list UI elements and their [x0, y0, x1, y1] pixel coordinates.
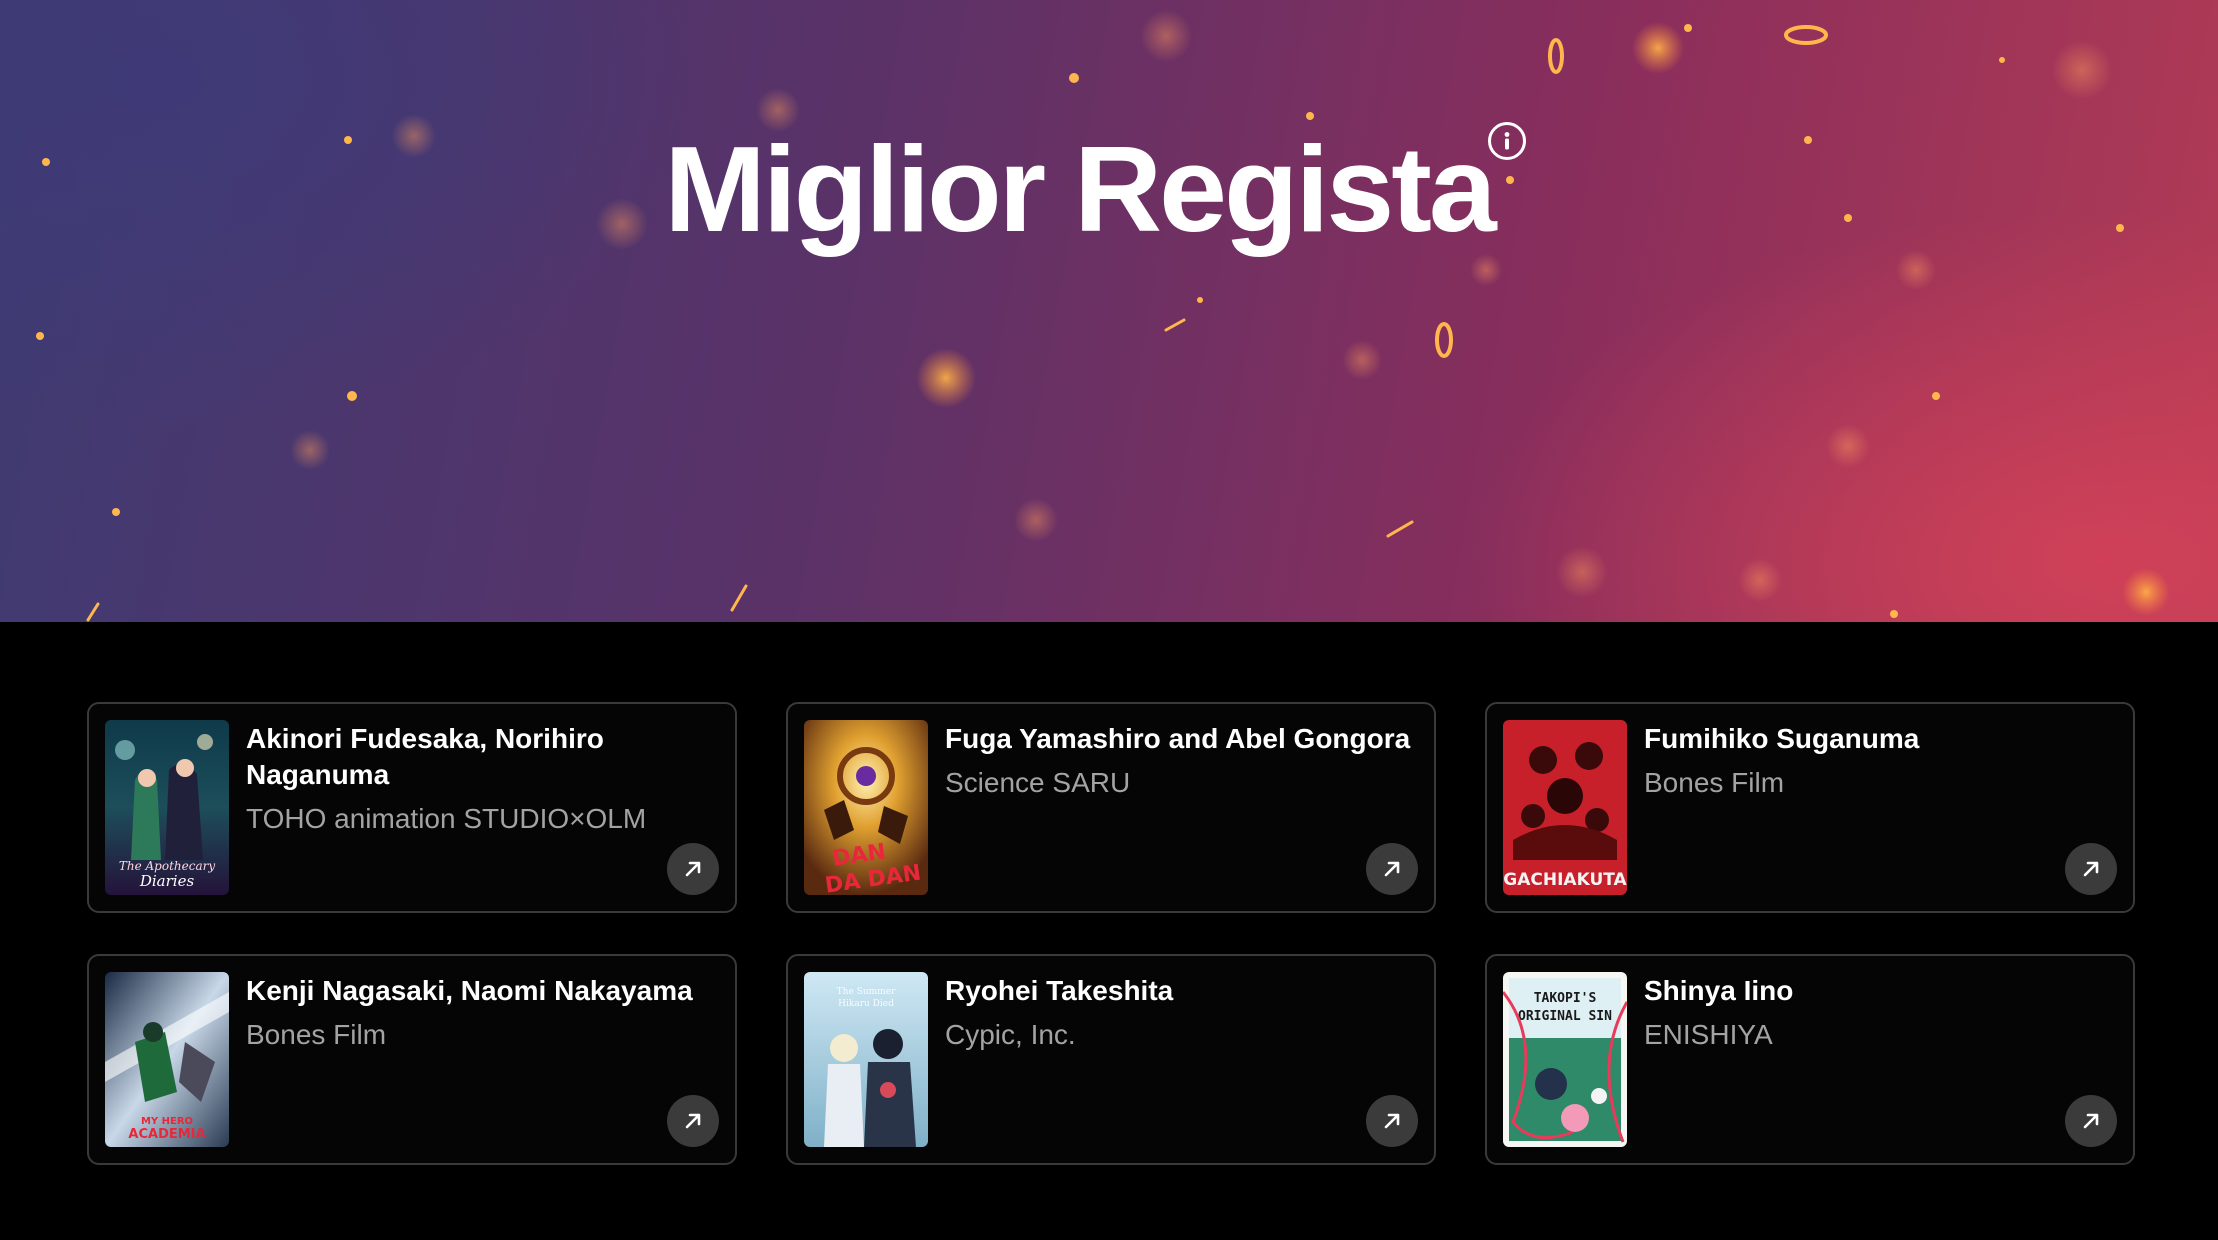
nominee-name: Fuga Yamashiro and Abel Gongora — [945, 723, 1411, 754]
nominee-studio: Bones Film — [246, 1019, 387, 1050]
open-nominee-button[interactable] — [667, 1095, 719, 1147]
ember-particles-background — [36, 10, 2170, 622]
nominee-poster: The Apothecary Diaries — [105, 720, 229, 895]
nominee-grid: The Apothecary Diaries Akinori Fudesaka,… — [87, 702, 2135, 1165]
nominee-studio: Science SARU — [945, 767, 1131, 798]
open-nominee-button[interactable] — [1366, 1095, 1418, 1147]
arrow-up-right-icon — [685, 1113, 701, 1129]
arrow-up-right-icon — [2083, 861, 2099, 877]
arrow-up-right-icon — [1384, 861, 1400, 877]
svg-text:The Apothecary: The Apothecary — [119, 859, 215, 873]
nominee-card[interactable]: The Summer Hikaru Died Ryohei Takeshita … — [786, 954, 1436, 1165]
nominee-studio: ENISHIYA — [1644, 1019, 1773, 1050]
nominee-name: Ryohei Takeshita — [945, 975, 1174, 1006]
nominee-name: Shinya Iino — [1644, 975, 1794, 1006]
svg-text:Diaries: Diaries — [139, 872, 195, 890]
page-title: Miglior Regista — [664, 121, 1496, 257]
nominee-name: Fumihiko Suganuma — [1644, 723, 1920, 754]
arrow-up-right-icon — [1384, 1113, 1400, 1129]
info-icon — [1504, 132, 1510, 150]
nominee-card[interactable]: TAKOPI'S ORIGINAL SIN Shinya Iino ENISHI… — [1485, 954, 2135, 1165]
nominee-studio: TOHO animation STUDIO×OLM — [246, 803, 647, 834]
svg-text:The Summer: The Summer — [837, 987, 896, 997]
svg-text:Hikaru Died: Hikaru Died — [838, 999, 894, 1009]
nominee-poster: MY HERO ACADEMIA — [105, 972, 229, 1147]
svg-text:MY HERO: MY HERO — [141, 1116, 193, 1127]
svg-text:TAKOPI'S: TAKOPI'S — [1534, 991, 1597, 1006]
nominee-card[interactable]: The Apothecary Diaries Akinori Fudesaka,… — [87, 702, 737, 913]
svg-text:ACADEMIA: ACADEMIA — [128, 1127, 205, 1142]
nominee-poster: GACHIAKUTA — [1503, 720, 1627, 895]
open-nominee-button[interactable] — [2065, 843, 2117, 895]
open-nominee-button[interactable] — [667, 843, 719, 895]
nominee-poster: The Summer Hikaru Died — [804, 972, 928, 1147]
nominee-studio: Bones Film — [1644, 767, 1785, 798]
nominee-poster: TAKOPI'S ORIGINAL SIN — [1503, 972, 1627, 1147]
nominee-card[interactable]: GACHIAKUTA Fumihiko Suganuma Bones Film — [1485, 702, 2135, 913]
nominee-name: Akinori Fudesaka, Norihiro Naganuma — [246, 723, 604, 790]
arrow-up-right-icon — [685, 861, 701, 877]
hero-banner: Miglior Regista — [0, 0, 2218, 622]
info-button[interactable] — [1488, 122, 1526, 160]
nominee-name: Kenji Nagasaki, Naomi Nakayama — [246, 975, 693, 1006]
svg-text:ORIGINAL SIN: ORIGINAL SIN — [1518, 1009, 1612, 1024]
nominee-card[interactable]: DAN DA DAN Fuga Yamashiro and Abel Gongo… — [786, 702, 1436, 913]
nominee-card[interactable]: MY HERO ACADEMIA Kenji Nagasaki, Naomi N… — [87, 954, 737, 1165]
open-nominee-button[interactable] — [1366, 843, 1418, 895]
arrow-up-right-icon — [2083, 1113, 2099, 1129]
nominee-poster: DAN DA DAN — [804, 720, 928, 895]
svg-text:GACHIAKUTA: GACHIAKUTA — [1503, 870, 1627, 890]
nominee-studio: Cypic, Inc. — [945, 1019, 1076, 1050]
open-nominee-button[interactable] — [2065, 1095, 2117, 1147]
